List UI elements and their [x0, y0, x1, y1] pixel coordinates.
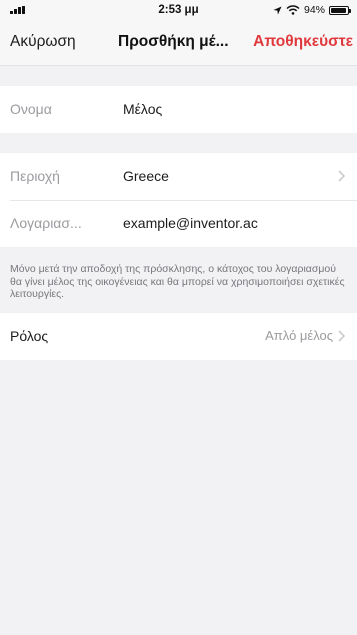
- region-row[interactable]: Περιοχή Greece: [0, 153, 357, 200]
- region-label: Περιοχή: [10, 168, 60, 184]
- status-bar: 2:53 μμ 94%: [0, 0, 357, 22]
- page-title: Προσθήκη μέ...: [118, 33, 229, 50]
- battery-icon: [329, 5, 351, 15]
- wifi-icon: [286, 5, 300, 15]
- navigation-bar: Ακύρωση Προσθήκη μέ... Αποθηκεύστε: [0, 22, 357, 66]
- invitation-note: Μόνο μετά την αποδοχή της πρόσκλησης, ο …: [10, 263, 345, 300]
- account-row[interactable]: Λογαριασ... example@inventor.ac: [0, 200, 357, 247]
- account-label: Λογαριασ...: [10, 215, 82, 231]
- name-group: Ονομα Μέλος: [0, 86, 357, 133]
- account-field[interactable]: example@inventor.ac: [123, 215, 258, 231]
- role-value: Απλό μέλος: [265, 328, 333, 343]
- bottom-area: [0, 621, 357, 635]
- region-value: Greece: [123, 168, 169, 184]
- cancel-button[interactable]: Ακύρωση: [10, 33, 76, 51]
- role-group: Ρόλος Απλό μέλος: [0, 313, 357, 360]
- role-label: Ρόλος: [10, 328, 49, 344]
- battery-percent: 94%: [303, 4, 325, 16]
- chevron-right-icon: [338, 170, 346, 182]
- status-right: 94%: [273, 4, 351, 16]
- name-row[interactable]: Ονομα Μέλος: [0, 86, 357, 133]
- save-button[interactable]: Αποθηκεύστε: [253, 33, 353, 51]
- name-label: Ονομα: [10, 101, 52, 117]
- name-field[interactable]: Μέλος: [123, 101, 162, 117]
- region-account-group: Περιοχή Greece Λογαριασ... example@inven…: [0, 153, 357, 247]
- role-row[interactable]: Ρόλος Απλό μέλος: [0, 313, 357, 360]
- location-arrow-icon: [273, 5, 282, 15]
- chevron-right-icon: [338, 330, 346, 342]
